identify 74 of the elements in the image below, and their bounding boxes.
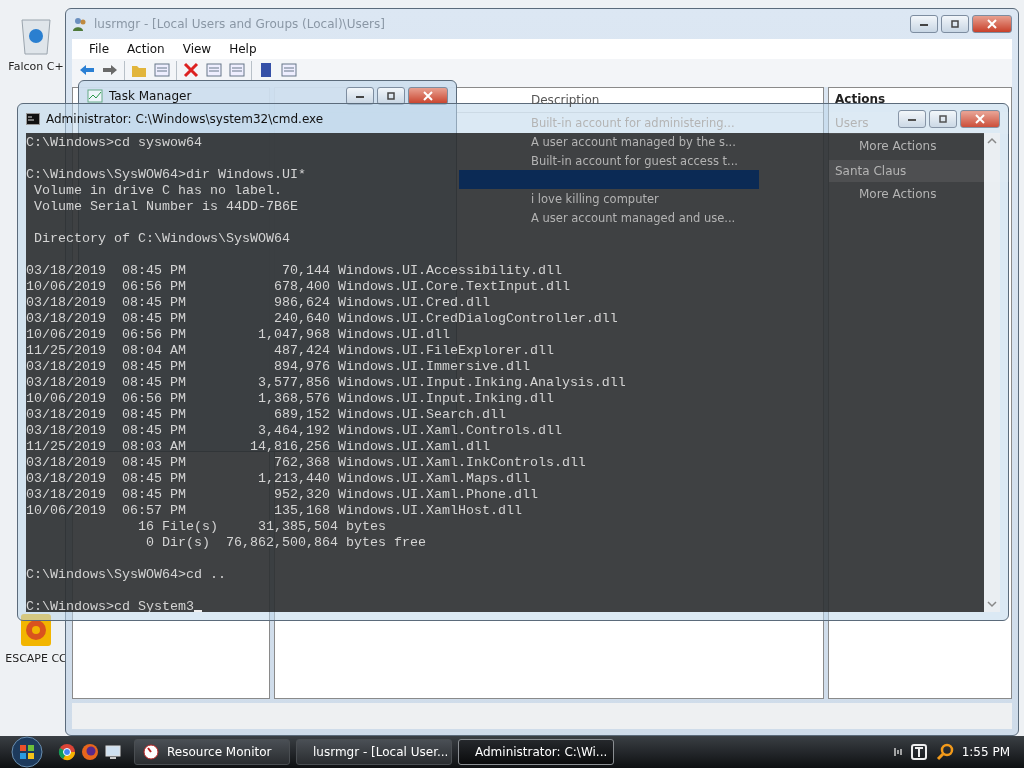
window-title: Administrator: C:\Windows\system32\cmd.exe: [46, 111, 324, 126]
console-line: 10/06/2019 06:57 PM 135,168 Windows.UI.XamlHost.dll: [26, 503, 522, 519]
close-button[interactable]: [972, 15, 1012, 33]
minimize-button[interactable]: [346, 87, 374, 105]
close-icon: [986, 19, 998, 29]
list-row[interactable]: i love killing computer: [459, 189, 759, 208]
text-cursor: [193, 610, 202, 612]
maximize-icon: [937, 113, 949, 124]
clock[interactable]: 1:55 PM: [961, 745, 1010, 759]
menu-item[interactable]: Help: [220, 42, 266, 56]
console-line: 03/18/2019 08:45 PM 3,577,856 Windows.UI.Input.Inking.Analysis.dll: [26, 375, 626, 391]
list-row[interactable]: Built-in account for guest access t...: [459, 151, 759, 170]
delete-icon[interactable]: [182, 61, 200, 79]
chart-icon: [87, 89, 103, 103]
console-line: Volume in drive C has no label.: [33, 183, 282, 199]
console-line: 03/18/2019 08:45 PM 1,213,440 Windows.UI.Xaml.Maps.dll: [26, 471, 530, 487]
console-line: Volume Serial Number is 44DD-7B6E: [33, 199, 298, 215]
scroll-down-icon[interactable]: [987, 600, 997, 608]
console-line: 03/18/2019 08:45 PM 894,976 Windows.UI.Immersive.dll: [26, 359, 530, 375]
console-line: 03/18/2019 08:45 PM 952,320 Windows.UI.Xaml.Phone.dll: [26, 487, 538, 503]
console-line: 03/18/2019 08:45 PM 986,624 Windows.UI.Cred.dll: [26, 295, 490, 311]
console-line: C:\Windows\SysWOW64>cd ..: [26, 567, 226, 583]
target-icon[interactable]: [18, 612, 54, 648]
minimize-button[interactable]: [910, 15, 938, 33]
action-group-header[interactable]: Santa Claus: [829, 160, 1011, 182]
console-line: 11/25/2019 08:03 AM 14,816,256 Windows.UI.Xaml.dll: [26, 439, 490, 455]
taskbar-button[interactable]: lusrmgr - [Local User...: [296, 739, 452, 765]
desktop-icon-label[interactable]: Falcon C+: [8, 60, 64, 73]
action-link[interactable]: More Actions: [829, 134, 1011, 158]
gauge-icon: [143, 744, 159, 760]
window-title: Task Manager: [109, 89, 192, 103]
console-line: C:\Windows>cd syswow64: [26, 135, 202, 151]
console-line: C:\Windows\SysWOW64>dir Windows.UI*: [26, 167, 306, 183]
list-row[interactable]: A user account managed by the s...: [459, 132, 759, 151]
console-line: 0 Dir(s) 76,862,500,864 bytes free: [144, 535, 426, 551]
console-line: 03/18/2019 08:45 PM 689,152 Windows.UI.Search.dll: [26, 407, 506, 423]
console-line: 03/18/2019 08:45 PM 70,144 Windows.UI.Accessibility.dll: [26, 263, 562, 279]
console-line: 11/25/2019 08:04 AM 487,424 Windows.UI.FileExplorer.dll: [26, 343, 554, 359]
desktop-icon-label[interactable]: ESCAPE CC: [5, 652, 67, 665]
console-line: 03/18/2019 08:45 PM 762,368 Windows.UI.Xaml.InkControls.dll: [26, 455, 586, 471]
console-icon: [26, 112, 40, 125]
console-line: 16 File(s) 31,385,504 bytes: [136, 519, 386, 535]
menu-item[interactable]: File: [80, 42, 119, 56]
users-icon: [72, 16, 88, 32]
console-line: C:\Windows>cd System3: [26, 599, 194, 612]
action-link[interactable]: More Actions: [829, 182, 1011, 206]
maximize-icon: [385, 91, 397, 101]
console-line: Directory of C:\Windows\SysWOW64: [33, 231, 290, 247]
close-icon: [974, 113, 986, 124]
list-row[interactable]: A user account managed and use...: [459, 208, 759, 227]
menu-item[interactable]: Action: [118, 42, 174, 56]
scrollbar[interactable]: [984, 133, 1000, 612]
pane-title: Actions: [834, 91, 887, 108]
maximize-button[interactable]: [377, 87, 405, 105]
speaker-icon[interactable]: [893, 746, 902, 758]
console-line: 03/18/2019 08:45 PM 3,464,192 Windows.UI.Xaml.Controls.dll: [26, 423, 562, 439]
menu-item[interactable]: View: [173, 42, 221, 56]
console-line: 10/06/2019 06:56 PM 1,368,576 Windows.UI.Input.Inking.dll: [26, 391, 554, 407]
maximize-button[interactable]: [941, 15, 969, 33]
taskbar-button[interactable]: Administrator: C:\Wi...: [458, 739, 614, 765]
console-line: 10/06/2019 06:56 PM 1,047,968 Windows.UI.dll: [26, 327, 450, 343]
close-icon: [422, 91, 434, 101]
close-button[interactable]: [408, 87, 448, 105]
window-title: lusrmgr - [Local Users and Groups (Local)\Users]: [94, 17, 385, 31]
search-icon[interactable]: [935, 743, 954, 761]
app-tray-icon[interactable]: [909, 743, 928, 761]
maximize-icon: [949, 19, 961, 29]
browser-icon[interactable]: [58, 743, 76, 761]
taskbar-button[interactable]: Resource Monitor: [134, 739, 290, 765]
start-button[interactable]: [8, 736, 46, 768]
console-line: 10/06/2019 06:56 PM 678,400 Windows.UI.Core.TextInput.dll: [26, 279, 570, 295]
console-line: 03/18/2019 08:45 PM 240,640 Windows.UI.CredDialogController.dll: [26, 311, 618, 327]
scroll-up-icon[interactable]: [987, 137, 997, 145]
desktop-icon[interactable]: [104, 743, 122, 761]
